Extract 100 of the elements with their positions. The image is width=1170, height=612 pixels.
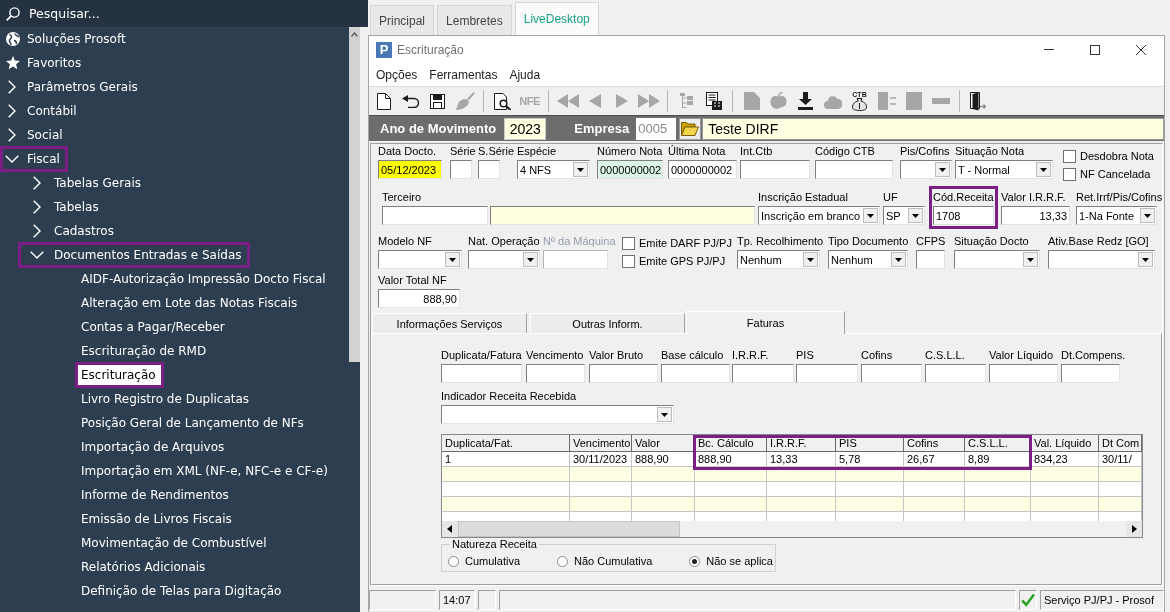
undo-icon[interactable]	[401, 94, 420, 108]
search-field[interactable]: Pesquisar...	[0, 0, 368, 27]
dropdown-field[interactable]: Nenhum	[828, 250, 908, 269]
tree-item[interactable]: Definição de Telas para Digitação	[75, 578, 290, 604]
text-field[interactable]: 1708	[933, 206, 994, 225]
tree-item[interactable]: Posição Geral de Lançamento de NFs	[75, 410, 312, 436]
dropdown-field[interactable]	[468, 250, 540, 269]
radio-button[interactable]	[557, 555, 569, 567]
close-icon[interactable]	[1136, 44, 1146, 55]
radio-button[interactable]	[448, 555, 459, 567]
checkbox[interactable]	[622, 254, 635, 268]
menu-item[interactable]: Ajuda	[509, 67, 541, 82]
tree-item[interactable]: Tabelas	[18, 194, 107, 220]
menu-item[interactable]: Opções	[376, 67, 418, 82]
exit-door-icon[interactable]	[970, 91, 987, 111]
dropdown-field[interactable]	[441, 405, 674, 424]
tree-item[interactable]: Escrituração de RMD	[75, 338, 215, 364]
chevron-right-icon[interactable]	[8, 80, 16, 94]
tree-item[interactable]: Livro Registro de Duplicatas	[75, 386, 258, 412]
chevron-right-icon[interactable]	[33, 176, 41, 190]
dropdown-field[interactable]: SP	[883, 206, 925, 225]
tree-item[interactable]: Escrituração	[75, 362, 164, 388]
tab[interactable]: Faturas	[686, 311, 845, 334]
dropdown-field[interactable]	[954, 250, 1040, 269]
menu-item[interactable]: Ferramentas	[429, 67, 498, 82]
tree-item[interactable]: Relatórios Adicionais	[75, 554, 214, 580]
tree-item[interactable]: Contábil	[0, 98, 85, 124]
text-field[interactable]	[989, 364, 1058, 383]
dropdown-field[interactable]: 4 NFS	[517, 160, 590, 179]
dropdown-field[interactable]: Nenhum	[737, 250, 820, 269]
text-field[interactable]	[925, 364, 986, 383]
tab[interactable]: Lembretes	[437, 5, 512, 35]
new-document-icon[interactable]	[376, 92, 391, 110]
tree-item[interactable]: Tabelas Gerais	[18, 170, 149, 196]
text-field[interactable]	[589, 364, 658, 383]
scrollbar-thumb[interactable]	[349, 42, 360, 362]
tree-item[interactable]: Social	[0, 122, 71, 148]
text-field[interactable]: 13,33	[1001, 206, 1070, 225]
tree-item[interactable]: Importação de Arquivos	[75, 434, 233, 460]
text-field[interactable]	[382, 206, 488, 225]
money-bag-icon[interactable]	[852, 98, 867, 111]
dropdown-field[interactable]	[378, 250, 462, 269]
year-field[interactable]: 2023	[504, 117, 547, 140]
chevron-right-icon[interactable]	[8, 128, 16, 142]
tree-item[interactable]: AIDF-Autorização Impressão Docto Fiscal	[75, 266, 334, 292]
chevron-right-icon[interactable]	[33, 224, 41, 238]
scroll-right-icon[interactable]	[1126, 521, 1142, 537]
text-field[interactable]	[661, 364, 730, 383]
scroll-left-icon[interactable]	[442, 521, 458, 537]
text-field[interactable]	[450, 160, 472, 179]
text-field[interactable]	[441, 364, 522, 383]
chevron-down-icon[interactable]	[5, 155, 19, 163]
radio-button[interactable]	[689, 555, 701, 567]
tree-item[interactable]: Informe de Rendimentos	[75, 482, 237, 508]
tree-item[interactable]: Alteração em Lote das Notas Fiscais	[75, 290, 306, 316]
save-icon[interactable]	[430, 93, 445, 109]
tree-item[interactable]: Movimentação de Combustível	[75, 530, 275, 556]
text-field[interactable]	[916, 250, 945, 269]
dropdown-field[interactable]	[1048, 250, 1155, 269]
horizontal-scrollbar[interactable]	[442, 521, 1142, 537]
text-field[interactable]	[490, 206, 755, 225]
dropdown-field[interactable]	[900, 160, 952, 179]
text-field[interactable]: 05/12/2023	[378, 160, 442, 179]
tree-item[interactable]: Emissão de Livros Fiscais	[75, 506, 240, 532]
chevron-right-icon[interactable]	[33, 200, 41, 214]
download-icon[interactable]	[798, 92, 813, 110]
text-field[interactable]	[815, 160, 893, 179]
text-field[interactable]: 0000000002	[597, 160, 663, 179]
scrollbar-thumb[interactable]	[458, 521, 680, 537]
vertical-scrollbar[interactable]	[349, 27, 360, 612]
tree-item[interactable]: Importação em XML (NF-e, NFC-e e CF-e)	[75, 458, 336, 484]
text-field[interactable]	[526, 364, 585, 383]
text-field[interactable]: 888,90	[378, 289, 460, 308]
tree-item[interactable]: Parâmetros Gerais	[0, 74, 146, 100]
checkbox[interactable]	[1063, 167, 1076, 181]
document-search-icon[interactable]	[494, 92, 511, 110]
tree-item[interactable]: Fiscal	[0, 146, 68, 172]
tree-item[interactable]: Documentos Entradas e Saídas	[18, 242, 250, 268]
text-field[interactable]: 0000000002	[668, 160, 737, 179]
tab[interactable]: Principal	[370, 5, 435, 35]
tree-item[interactable]: Contas a Pagar/Receber	[75, 314, 233, 340]
tree-item[interactable]: Soluções Prosoft	[0, 27, 134, 52]
text-field[interactable]	[478, 160, 500, 179]
dropdown-field[interactable]: 1-Na Fonte	[1076, 206, 1157, 225]
tree-item[interactable]: Cadastros	[18, 218, 122, 244]
checkbox[interactable]	[622, 236, 635, 250]
tab[interactable]: Informações Serviços	[372, 313, 527, 333]
scroll-up-icon[interactable]	[349, 27, 360, 42]
dropdown-field[interactable]: Inscrição em branco	[758, 206, 880, 225]
dropdown-field[interactable]: T - Normal	[955, 160, 1053, 179]
chevron-down-icon[interactable]	[30, 251, 44, 259]
text-field[interactable]	[740, 160, 810, 179]
text-field[interactable]	[861, 364, 922, 383]
tab[interactable]: Outras Inform.	[530, 313, 685, 333]
company-name-field[interactable]: Teste DIRF	[702, 117, 1164, 140]
text-field[interactable]	[1061, 364, 1120, 383]
tree-item[interactable]: Favoritos	[0, 50, 90, 76]
calculator-icon[interactable]	[705, 92, 722, 110]
text-field[interactable]	[732, 364, 794, 383]
chevron-right-icon[interactable]	[8, 104, 16, 118]
